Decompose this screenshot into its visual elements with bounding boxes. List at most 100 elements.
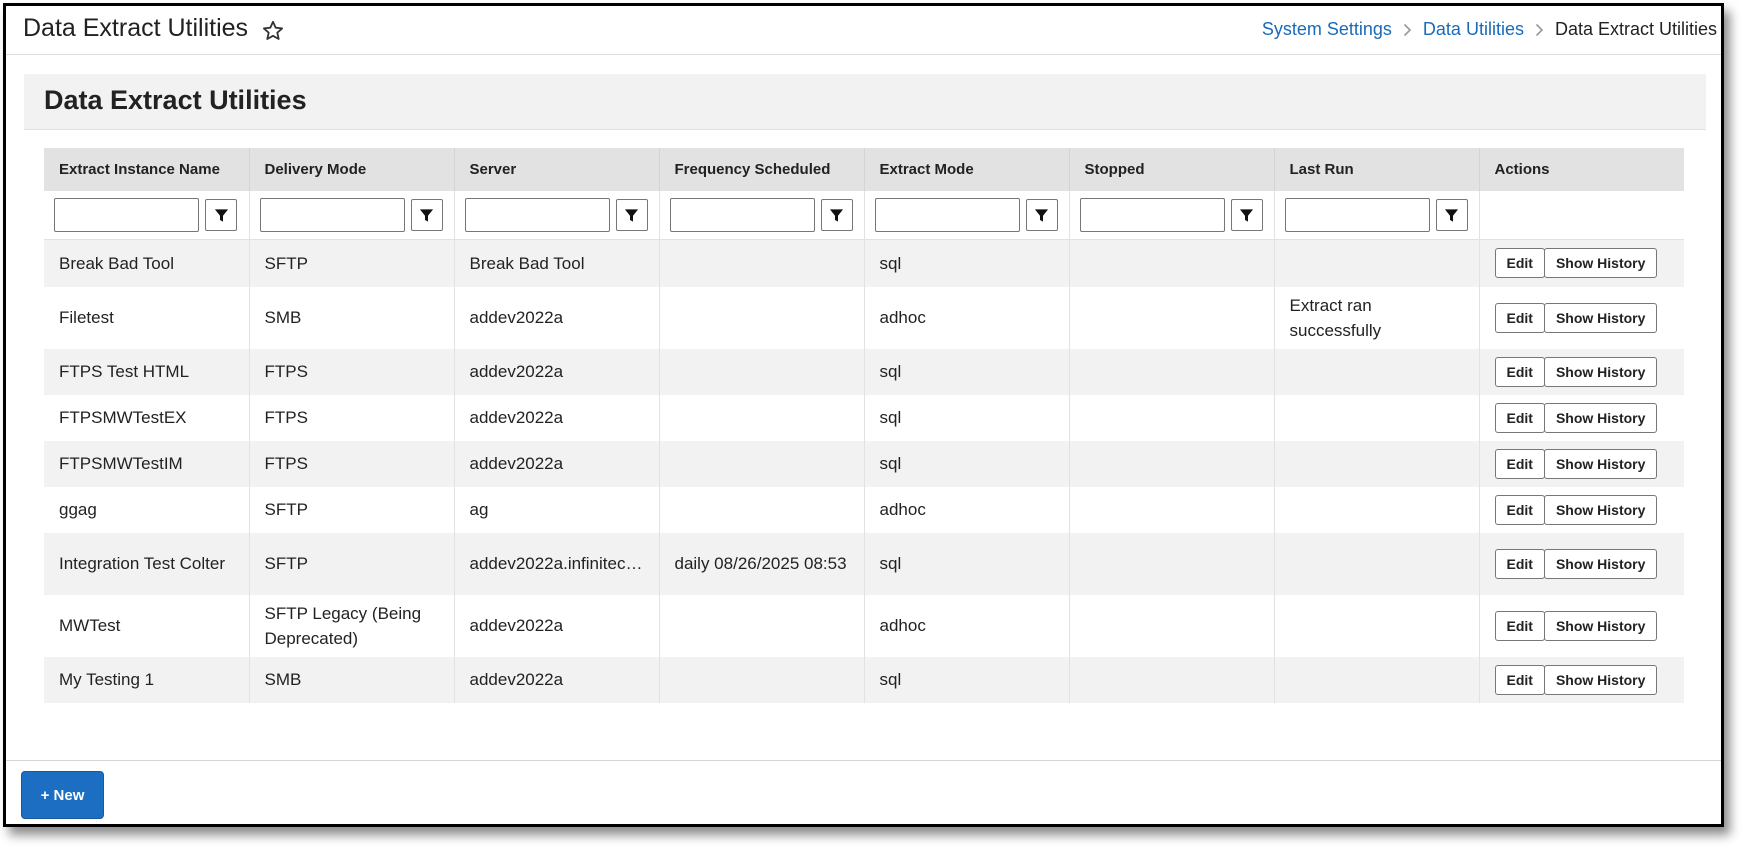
cell-actions: Edit Show History bbox=[1478, 239, 1684, 287]
cell-frequency bbox=[658, 440, 864, 487]
edit-button[interactable]: Edit bbox=[1494, 610, 1545, 641]
filter-button-name[interactable] bbox=[205, 199, 237, 231]
breadcrumb: System Settings Data Utilities Data Extr… bbox=[1262, 19, 1717, 40]
edit-button[interactable]: Edit bbox=[1494, 664, 1545, 695]
table-row[interactable]: Integration Test Colter SFTP addev2022a.in… bbox=[44, 532, 1684, 595]
show-history-button[interactable]: Show History bbox=[1543, 494, 1658, 525]
filter-input-frequency[interactable] bbox=[669, 198, 815, 232]
table-row[interactable]: My Testing 1 SMB addev2022a sql Edit Show His… bbox=[44, 656, 1684, 703]
col-header-actions: Actions bbox=[1478, 148, 1684, 191]
filter-input-stopped[interactable] bbox=[1079, 198, 1225, 232]
edit-button[interactable]: Edit bbox=[1494, 402, 1545, 433]
col-header-extract-mode[interactable]: Extract Mode bbox=[863, 148, 1069, 191]
chevron-right-icon bbox=[1403, 23, 1412, 37]
extract-table-container[interactable]: Extract Instance Name Delivery Mode Serv… bbox=[44, 148, 1684, 760]
show-history-button[interactable]: Show History bbox=[1543, 302, 1658, 333]
cell-name: Filetest bbox=[44, 286, 249, 349]
filter-icon bbox=[1034, 208, 1049, 222]
table-row[interactable]: MWTest SFTP Legacy (Being Deprecated) adde… bbox=[44, 594, 1684, 657]
cell-frequency bbox=[658, 656, 864, 703]
filter-input-server[interactable] bbox=[464, 198, 610, 232]
filter-group bbox=[259, 198, 454, 232]
filter-cell bbox=[248, 191, 454, 240]
filter-cell bbox=[1068, 191, 1274, 240]
cell-last-run bbox=[1273, 486, 1479, 533]
col-header-name[interactable]: Extract Instance Name bbox=[44, 148, 249, 191]
table-row[interactable]: FTPS Test HTML FTPS addev2022a sql Edit Show … bbox=[44, 348, 1684, 395]
filter-button-extract-mode[interactable] bbox=[1025, 199, 1058, 231]
edit-button[interactable]: Edit bbox=[1494, 356, 1545, 387]
filter-group bbox=[669, 198, 864, 232]
cell-stopped bbox=[1068, 348, 1274, 395]
filter-button-frequency[interactable] bbox=[820, 199, 853, 231]
cell-server: addev2022a bbox=[453, 440, 659, 487]
filter-icon bbox=[1239, 208, 1254, 222]
cell-last-run bbox=[1273, 394, 1479, 441]
col-header-last-run[interactable]: Last Run bbox=[1273, 148, 1479, 191]
breadcrumb-system-settings[interactable]: System Settings bbox=[1262, 19, 1392, 40]
filter-input-extract-mode[interactable] bbox=[874, 198, 1020, 232]
filter-button-stopped[interactable] bbox=[1230, 199, 1263, 231]
show-history-button[interactable]: Show History bbox=[1543, 448, 1658, 479]
edit-button[interactable]: Edit bbox=[1494, 248, 1545, 279]
cell-last-run bbox=[1273, 656, 1479, 703]
filter-button-last-run[interactable] bbox=[1435, 199, 1468, 231]
cell-mode: sql bbox=[863, 532, 1069, 595]
cell-frequency bbox=[658, 286, 864, 349]
cell-delivery: FTPS bbox=[248, 394, 454, 441]
cell-actions: Edit Show History bbox=[1478, 286, 1684, 349]
star-icon[interactable] bbox=[261, 19, 285, 43]
filter-input-name[interactable] bbox=[54, 198, 199, 232]
filter-button-server[interactable] bbox=[615, 199, 648, 231]
cell-actions: Edit Show History bbox=[1478, 594, 1684, 657]
table-row[interactable]: FTPSMWTestEX FTPS addev2022a sql Edit Show Hi… bbox=[44, 394, 1684, 441]
cell-server: Break Bad Tool bbox=[453, 239, 659, 287]
show-history-button[interactable]: Show History bbox=[1543, 664, 1658, 695]
table-row[interactable]: FTPSMWTestIM FTPS addev2022a sql Edit Show Hi… bbox=[44, 440, 1684, 487]
cell-name: Break Bad Tool bbox=[44, 239, 249, 287]
cell-actions: Edit Show History bbox=[1478, 394, 1684, 441]
edit-button[interactable]: Edit bbox=[1494, 448, 1545, 479]
show-history-button[interactable]: Show History bbox=[1543, 248, 1658, 279]
col-header-server[interactable]: Server bbox=[453, 148, 659, 191]
cell-mode: adhoc bbox=[863, 594, 1069, 657]
new-button[interactable]: + New bbox=[21, 771, 104, 819]
cell-mode: adhoc bbox=[863, 486, 1069, 533]
table-row[interactable]: Filetest SMB addev2022a adhoc Extract ran su… bbox=[44, 286, 1684, 349]
cell-stopped bbox=[1068, 594, 1274, 657]
table-row[interactable]: ggag SFTP ag adhoc Edit Show History bbox=[44, 486, 1684, 533]
show-history-button[interactable]: Show History bbox=[1543, 610, 1658, 641]
cell-actions: Edit Show History bbox=[1478, 348, 1684, 395]
edit-button[interactable]: Edit bbox=[1494, 548, 1545, 579]
cell-delivery: SFTP bbox=[248, 532, 454, 595]
show-history-button[interactable]: Show History bbox=[1543, 402, 1658, 433]
filter-group bbox=[54, 198, 249, 232]
cell-delivery: FTPS bbox=[248, 348, 454, 395]
edit-button[interactable]: Edit bbox=[1494, 302, 1545, 333]
cell-stopped bbox=[1068, 656, 1274, 703]
filter-group bbox=[874, 198, 1069, 232]
col-header-delivery[interactable]: Delivery Mode bbox=[248, 148, 454, 191]
cell-name: MWTest bbox=[44, 594, 249, 657]
cell-server: addev2022a bbox=[453, 286, 659, 349]
table-row[interactable]: Break Bad Tool SFTP Break Bad Tool sql Edit S… bbox=[44, 239, 1684, 287]
cell-mode: sql bbox=[863, 440, 1069, 487]
col-header-stopped[interactable]: Stopped bbox=[1068, 148, 1274, 191]
cell-actions: Edit Show History bbox=[1478, 440, 1684, 487]
filter-cell bbox=[863, 191, 1069, 240]
filter-input-delivery[interactable] bbox=[259, 198, 405, 232]
filter-icon bbox=[419, 208, 434, 222]
cell-frequency: daily 08/26/2025 08:53 bbox=[658, 532, 864, 595]
cell-frequency bbox=[658, 486, 864, 533]
breadcrumb-data-utilities[interactable]: Data Utilities bbox=[1423, 19, 1524, 40]
show-history-button[interactable]: Show History bbox=[1543, 356, 1658, 387]
show-history-button[interactable]: Show History bbox=[1543, 548, 1658, 579]
filter-button-delivery[interactable] bbox=[410, 199, 443, 231]
cell-last-run: Extract ran successfully bbox=[1273, 286, 1479, 349]
col-header-frequency[interactable]: Frequency Scheduled bbox=[658, 148, 864, 191]
filter-cell-empty bbox=[1478, 191, 1684, 240]
edit-button[interactable]: Edit bbox=[1494, 494, 1545, 525]
cell-delivery: SFTP bbox=[248, 239, 454, 287]
filter-group bbox=[464, 198, 659, 232]
filter-input-last-run[interactable] bbox=[1284, 198, 1430, 232]
